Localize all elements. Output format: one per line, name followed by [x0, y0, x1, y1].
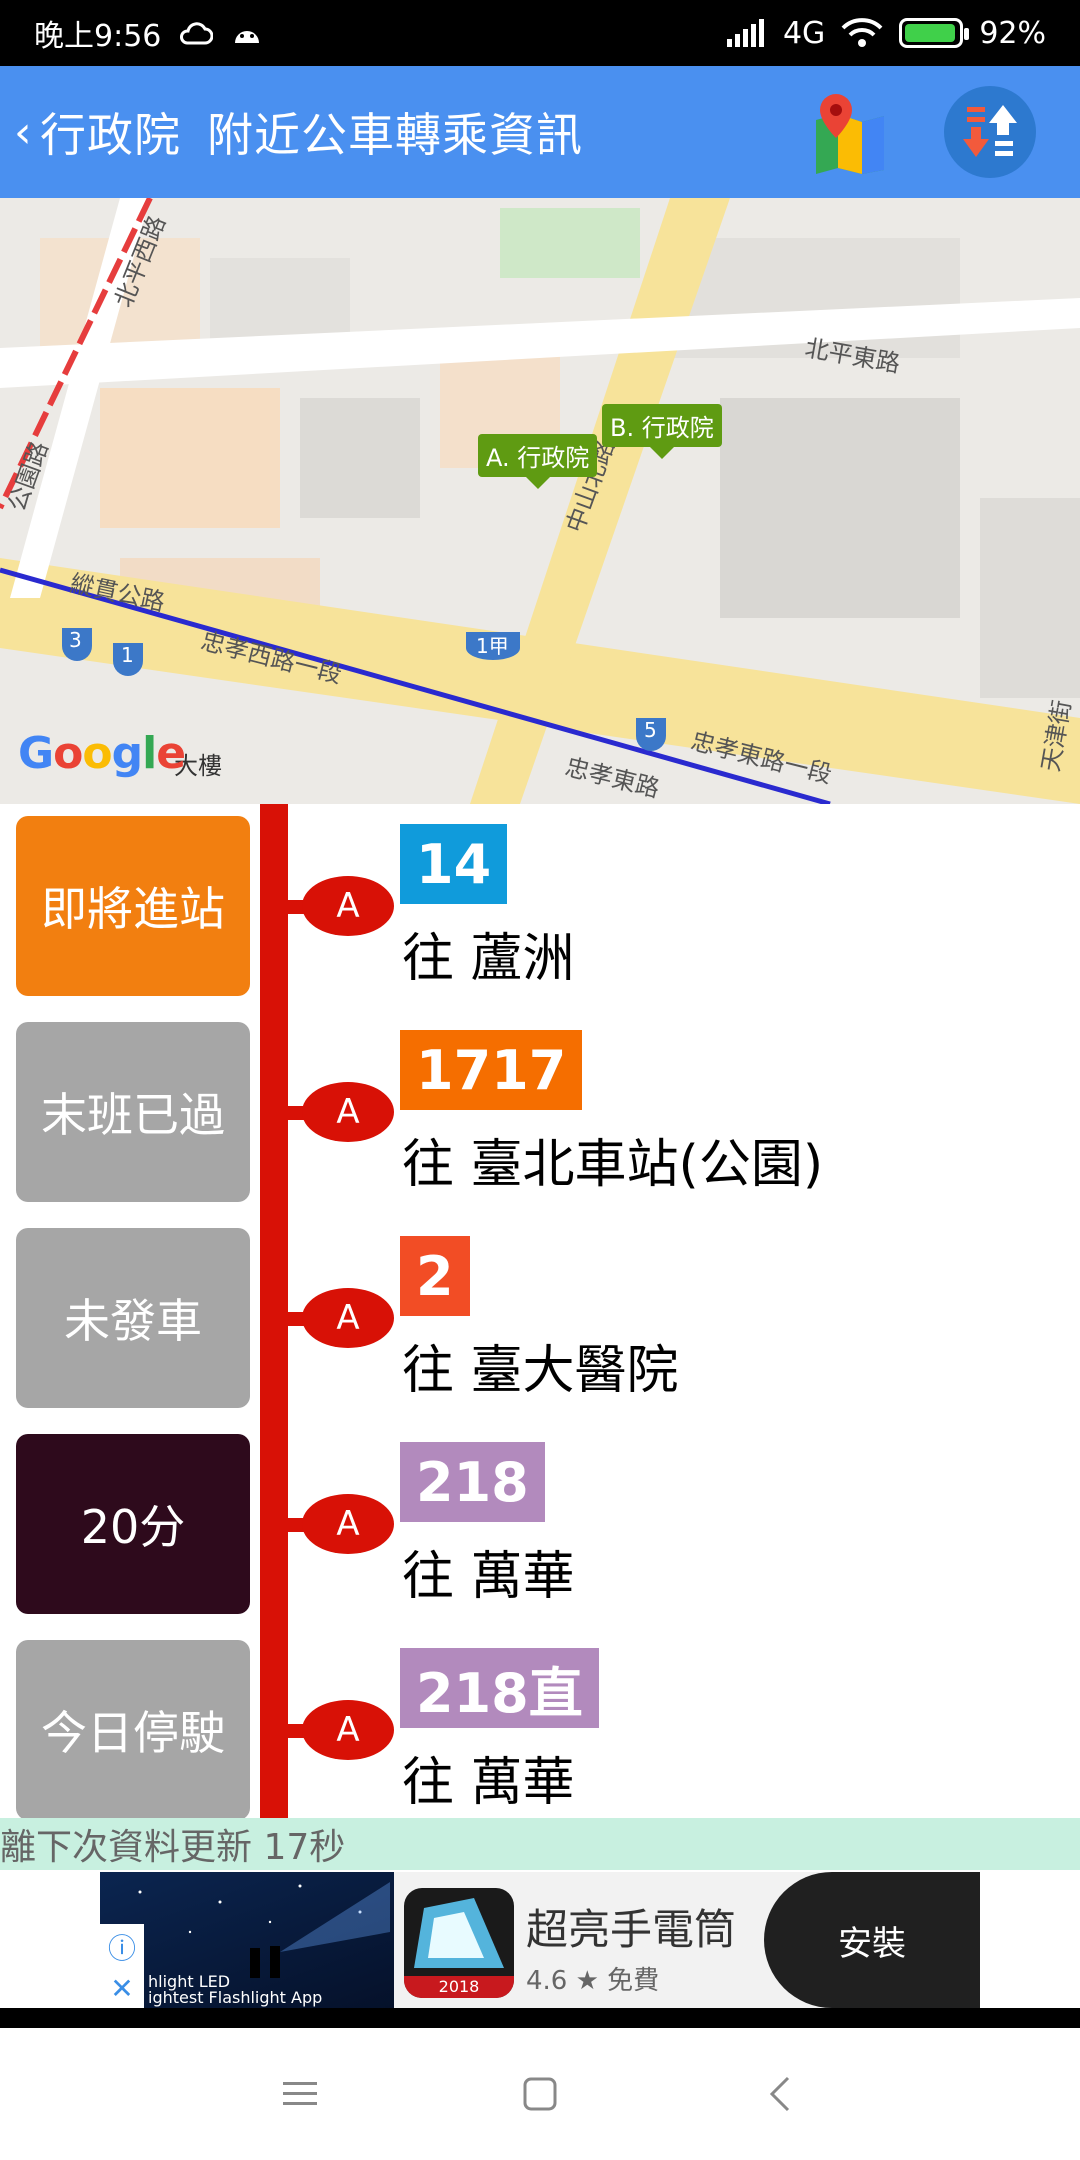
ad-controls: ⓘ ✕ — [100, 1924, 144, 2008]
sort-refresh-icon[interactable] — [944, 86, 1036, 178]
list-item[interactable]: 即將進站 A 14 往 蘆洲 — [0, 804, 1080, 1010]
arrival-status: 末班已過 — [16, 1022, 250, 1202]
list-item[interactable]: 今日停駛 A 218直 往 萬華 — [0, 1628, 1080, 1834]
station-name: 行政院 — [40, 108, 181, 162]
ad-rating: 4.6 ★ 免費 — [526, 1966, 660, 1996]
route-number: 218 — [400, 1442, 545, 1522]
route-shield-1jia: 1甲 — [476, 634, 509, 658]
ad-app-year: 2018 — [404, 1976, 514, 1998]
route-destination: 往 臺北車站(公園) — [402, 1135, 824, 1195]
map-view[interactable]: 縱貫公路 忠孝西路一段 忠孝東路一段 忠孝東路 北平東路 中山北路 北平西路 公… — [0, 198, 1080, 804]
map-app-icon[interactable] — [812, 90, 888, 174]
route-shield-5: 5 — [644, 718, 657, 742]
ad-info-icon[interactable]: ⓘ — [108, 1927, 136, 1967]
cloud-icon — [179, 21, 214, 45]
ad-banner[interactable]: ⓘ ✕ hlight LED ightest Flashlight App 20… — [100, 1872, 980, 2008]
map-drawing — [0, 198, 1080, 804]
arrival-status: 20分 — [16, 1434, 250, 1614]
route-number: 218直 — [400, 1648, 599, 1728]
stop-badge: A — [302, 1700, 394, 1760]
app-bar: ‹ 行政院 附近公車轉乘資訊 — [0, 66, 1080, 198]
status-time: 晚上9:56 — [34, 19, 162, 54]
google-logo: Google — [18, 728, 186, 779]
wifi-icon — [841, 18, 883, 48]
ad-image-text: hlight LED ightest Flashlight App — [148, 1974, 322, 2006]
back-nav-icon[interactable] — [750, 2064, 810, 2124]
system-nav-bar — [0, 2028, 1080, 2160]
route-list: 即將進站 A 14 往 蘆洲 末班已過 A 1717 往 臺北車站(公園) 未發… — [0, 804, 1080, 1820]
map-pin-b[interactable]: B. 行政院 — [602, 404, 722, 459]
route-destination: 往 臺大醫院 — [402, 1341, 679, 1401]
back-icon[interactable]: ‹ — [0, 107, 40, 158]
page-title: 行政院 附近公車轉乘資訊 — [40, 99, 583, 165]
menu-icon[interactable] — [270, 2064, 330, 2124]
flashlight-icon — [414, 1898, 504, 1968]
route-destination: 往 萬華 — [402, 1547, 575, 1607]
route-number: 1717 — [400, 1030, 583, 1110]
stop-badge: A — [302, 876, 394, 936]
list-item[interactable]: 20分 A 218 往 萬華 — [0, 1422, 1080, 1628]
stop-badge: A — [302, 1494, 394, 1554]
list-item[interactable]: 未發車 A 2 往 臺大醫院 — [0, 1216, 1080, 1422]
route-shield-3: 3 — [69, 628, 82, 652]
arrival-status: 即將進站 — [16, 816, 250, 996]
android-icon — [231, 21, 263, 45]
install-button[interactable]: 安裝 — [764, 1872, 980, 2008]
arrival-status: 未發車 — [16, 1228, 250, 1408]
route-number: 2 — [400, 1236, 470, 1316]
stop-badge: A — [302, 1288, 394, 1348]
list-item[interactable]: 末班已過 A 1717 往 臺北車站(公園) — [0, 1010, 1080, 1216]
battery-icon — [899, 18, 970, 48]
map-pin-a[interactable]: A. 行政院 — [478, 434, 598, 489]
flashlight-app-icon[interactable]: 2018 — [404, 1888, 514, 1998]
ad-app-name: 超亮手電筒 — [526, 1905, 737, 1954]
route-number: 14 — [400, 824, 508, 904]
divider — [0, 2008, 1080, 2028]
signal-icon — [726, 19, 767, 47]
home-icon[interactable] — [510, 2064, 570, 2124]
status-bar: 晚上9:56 4G 92% — [0, 0, 1080, 66]
stop-badge: A — [302, 1082, 394, 1142]
arrival-status: 今日停駛 — [16, 1640, 250, 1820]
network-type: 4G — [782, 15, 826, 51]
update-countdown: 離下次資料更新 17秒 — [0, 1818, 1080, 1870]
title-text: 附近公車轉乘資訊 — [207, 108, 583, 162]
ad-image-text-2: ightest Flashlight App — [148, 1988, 323, 2007]
route-destination: 往 萬華 — [402, 1753, 575, 1813]
route-destination: 往 蘆洲 — [402, 929, 575, 989]
battery-percent: 92% — [979, 15, 1046, 51]
route-shield-1: 1 — [121, 643, 134, 667]
ad-close-icon[interactable]: ✕ — [110, 1972, 133, 2005]
